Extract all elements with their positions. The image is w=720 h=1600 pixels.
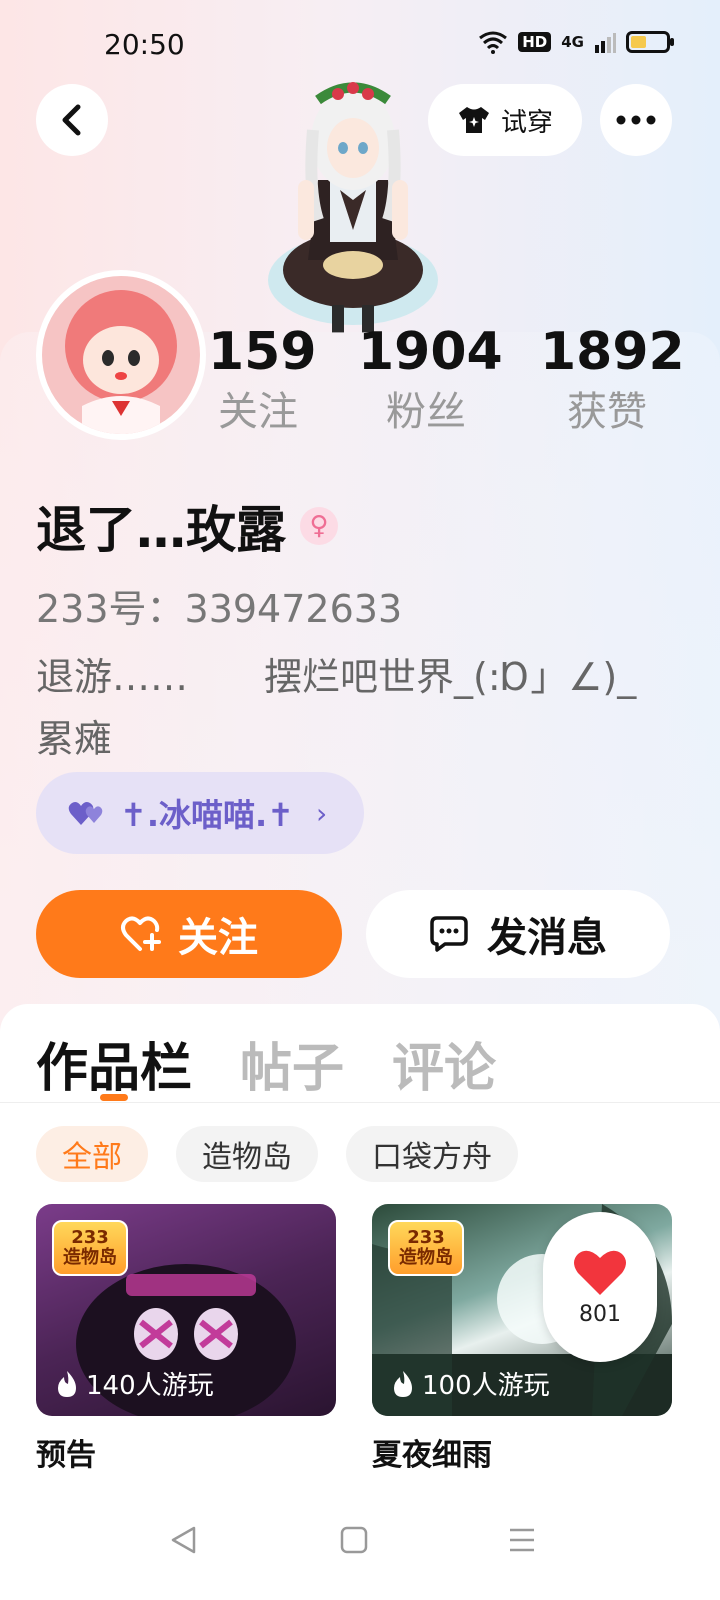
following-count: 159 (208, 322, 317, 382)
bio-line-1: 退游…… 摆烂吧世界_(:Ɒ」∠)_ (36, 655, 637, 699)
system-nav-bar (0, 1490, 720, 1600)
hd-icon: HD (518, 32, 552, 52)
heart-plus-icon (121, 916, 161, 951)
stat-following[interactable]: 159 关注 (208, 320, 317, 440)
filter-all[interactable]: 全部 (36, 1126, 148, 1182)
chevron-left-icon (62, 104, 81, 136)
game-badge: 233 造物岛 (52, 1220, 128, 1276)
triangle-back-icon (171, 1526, 196, 1554)
menu-lines-icon (510, 1528, 534, 1552)
tab-works[interactable]: 作品栏 (36, 1026, 192, 1099)
username: 退了…玫露 ♀ (36, 490, 338, 562)
more-button[interactable] (600, 84, 672, 156)
female-icon: ♀ (300, 507, 338, 545)
game-badge: 233 造物岛 (388, 1220, 464, 1276)
fan-group-chip[interactable]: ✝.冰喵喵.✝ › (36, 772, 364, 854)
user-id[interactable]: 233号：339472633 (36, 578, 402, 633)
like-count: 801 (579, 1301, 621, 1327)
try-on-label: 试穿 (500, 107, 553, 138)
filter-creation-island[interactable]: 造物岛 (176, 1126, 318, 1182)
work-thumbnail: 233 造物岛 140人游玩 (36, 1204, 336, 1416)
nav-back-button[interactable] (164, 1520, 204, 1560)
status-bar: 20:50 HD 4G (0, 0, 720, 80)
stat-fans[interactable]: 1904 粉丝 (358, 320, 503, 440)
network-type: 4G (561, 33, 584, 51)
heart-icon (574, 1250, 626, 1295)
like-bubble[interactable]: 801 (543, 1212, 657, 1362)
follow-label: 关注 (178, 915, 258, 961)
play-count: 140人游玩 (56, 1365, 214, 1402)
chat-bubble-icon (430, 916, 468, 952)
back-button[interactable] (36, 84, 108, 156)
battery-icon (626, 31, 674, 53)
avatar-character[interactable] (258, 70, 448, 335)
work-card[interactable]: 233 造物岛 140人游玩 预告 (36, 1204, 336, 1474)
likes-count: 1892 (540, 322, 685, 382)
avatar-image (42, 276, 200, 434)
username-text: 退了…玫露 (36, 501, 286, 559)
fan-group-name: ✝.冰喵喵.✝ (120, 796, 294, 834)
more-dots-icon (616, 115, 656, 125)
fans-count: 1904 (358, 322, 503, 382)
tab-indicator (100, 1094, 128, 1101)
nav-menu-button[interactable] (502, 1520, 542, 1560)
try-on-button[interactable]: 试穿 (428, 84, 582, 156)
following-label: 关注 (218, 389, 298, 435)
tab-posts[interactable]: 帖子 (240, 1026, 344, 1099)
message-label: 发消息 (487, 915, 607, 961)
status-time: 20:50 (104, 28, 185, 61)
stat-likes[interactable]: 1892 获赞 (540, 320, 685, 440)
chevron-right-icon: › (315, 796, 328, 830)
flame-icon (58, 1370, 76, 1397)
follow-button[interactable]: 关注 (36, 890, 342, 978)
profile-tabs: 作品栏 帖子 评论 (36, 1026, 496, 1099)
tab-comments[interactable]: 评论 (392, 1026, 496, 1099)
play-count: 100人游玩 (392, 1365, 550, 1402)
likes-label: 获赞 (567, 389, 647, 435)
signal-icon (595, 33, 616, 53)
nav-home-button[interactable] (334, 1520, 374, 1560)
square-home-icon (340, 1526, 368, 1554)
avatar[interactable] (36, 270, 206, 440)
flame-icon (394, 1370, 412, 1397)
wifi-icon (479, 31, 508, 54)
divider (0, 1102, 720, 1103)
message-button[interactable]: 发消息 (366, 890, 670, 978)
fans-label: 粉丝 (386, 389, 466, 435)
hearts-icon (68, 802, 103, 825)
bio: 退游…… 摆烂吧世界_(:Ɒ」∠)_ 累瘫 (36, 646, 676, 770)
work-title: 预告 (36, 1438, 96, 1473)
filter-chips: 全部 造物岛 口袋方舟 (36, 1126, 518, 1182)
work-title: 夏夜细雨 (372, 1438, 492, 1473)
bio-line-2: 累瘫 (36, 717, 113, 761)
filter-pocket-ark[interactable]: 口袋方舟 (346, 1126, 518, 1182)
tshirt-icon (458, 107, 489, 133)
